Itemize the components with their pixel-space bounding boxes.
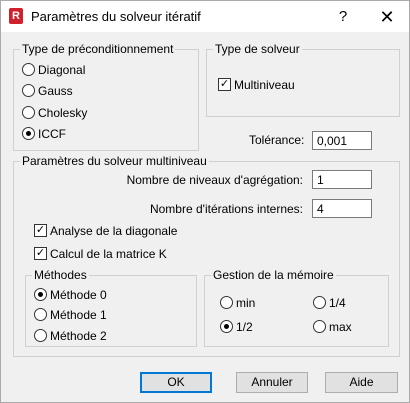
memory-quarter-label: 1/4 xyxy=(329,296,346,310)
memory-half-label: 1/2 xyxy=(236,320,253,334)
radio-label-gauss: Gauss xyxy=(38,84,73,98)
aggregation-label: Nombre de niveaux d'agrégation: xyxy=(126,173,303,187)
radio-label-diagonal: Diagonal xyxy=(38,63,86,77)
check-icon[interactable]: ✓ xyxy=(34,224,47,237)
radio-label-iccf: ICCF xyxy=(38,127,66,141)
method-2-label: Méthode 2 xyxy=(50,329,107,343)
check-icon[interactable]: ✓ xyxy=(34,247,47,260)
radio-dot[interactable] xyxy=(22,84,35,97)
ok-button[interactable]: OK xyxy=(140,372,212,393)
memory-group: Gestion de la mémoire xyxy=(204,268,389,347)
aggregation-input[interactable]: 1 xyxy=(312,170,372,189)
radio-dot-selected[interactable] xyxy=(34,288,47,301)
method-0-label: Méthode 0 xyxy=(50,288,107,302)
memory-legend: Gestion de la mémoire xyxy=(211,268,336,282)
window-title: Paramètres du solveur itératif xyxy=(31,9,201,24)
method-1-label: Méthode 1 xyxy=(50,308,107,322)
methods-legend: Méthodes xyxy=(32,268,89,282)
matrix-calc-label: Calcul de la matrice K xyxy=(50,247,167,261)
memory-max-label: max xyxy=(329,320,352,334)
radio-dot-selected[interactable] xyxy=(22,127,35,140)
radio-dot[interactable] xyxy=(313,296,326,309)
tolerance-label: Tolérance: xyxy=(249,133,305,147)
diag-analysis-label: Analyse de la diagonale xyxy=(50,224,178,238)
check-icon[interactable]: ✓ xyxy=(218,78,231,91)
preconditioning-legend: Type de préconditionnement xyxy=(20,42,176,56)
iterations-input[interactable]: 4 xyxy=(312,199,372,218)
help-button[interactable]: Aide xyxy=(325,372,398,393)
radio-dot[interactable] xyxy=(34,308,47,321)
radio-dot-selected[interactable] xyxy=(220,320,233,333)
radio-dot[interactable] xyxy=(22,106,35,119)
radio-dot[interactable] xyxy=(220,296,233,309)
multilevel-label: Multiniveau xyxy=(234,78,295,92)
help-icon[interactable]: ? xyxy=(329,6,357,28)
close-icon[interactable]: ✕ xyxy=(373,6,401,28)
title-bar: R Paramètres du solveur itératif ? ✕ xyxy=(1,1,409,32)
solver-type-legend: Type de solveur xyxy=(213,42,302,56)
radio-dot[interactable] xyxy=(34,329,47,342)
memory-min-label: min xyxy=(236,296,256,310)
tolerance-input[interactable]: 0,001 xyxy=(312,131,372,150)
radio-dot[interactable] xyxy=(22,63,35,76)
app-icon: R xyxy=(9,8,23,24)
dialog-window: R Paramètres du solveur itératif ? ✕ Typ… xyxy=(0,0,410,403)
radio-dot[interactable] xyxy=(313,320,326,333)
radio-label-cholesky: Cholesky xyxy=(38,106,88,120)
multilevel-legend: Paramètres du solveur multiniveau xyxy=(20,154,209,168)
iterations-label: Nombre d'itérations internes: xyxy=(149,202,303,216)
cancel-button[interactable]: Annuler xyxy=(236,372,308,393)
